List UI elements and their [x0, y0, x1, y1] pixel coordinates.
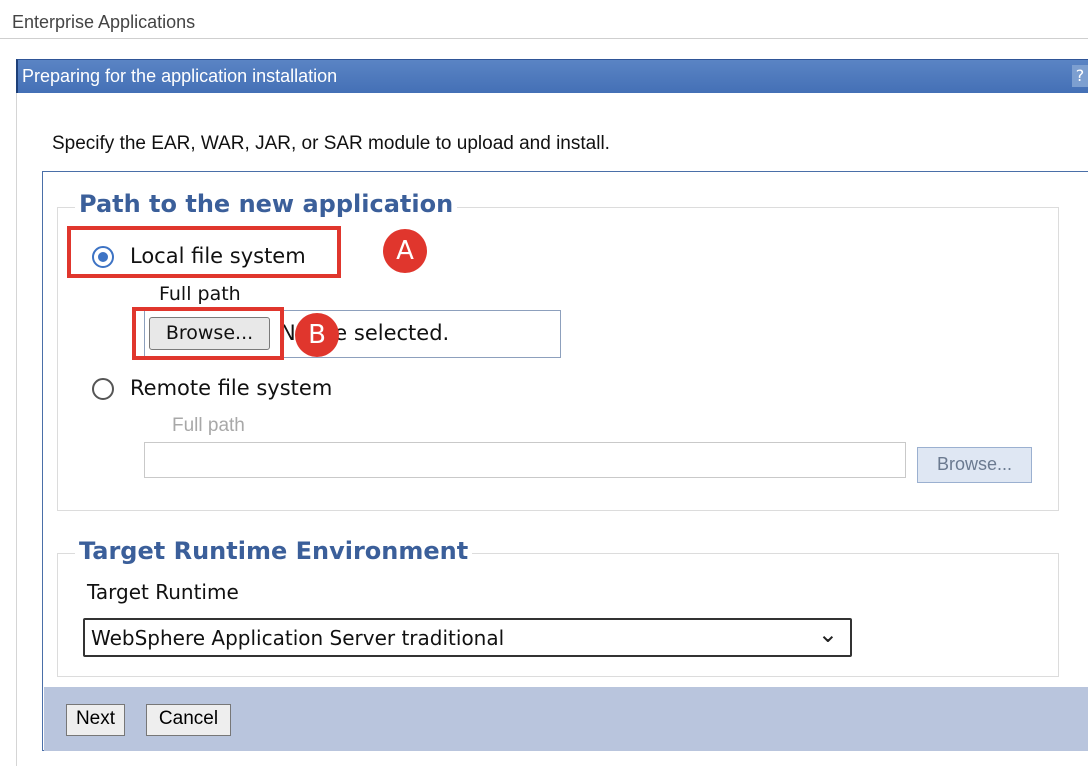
section-title-bar: Preparing for the application installati…: [16, 59, 1088, 93]
section-title: Preparing for the application installati…: [22, 66, 338, 86]
runtime-legend: Target Runtime Environment: [75, 537, 473, 565]
callout-b-marker: B: [295, 313, 339, 357]
callout-b-highlight: [132, 307, 284, 360]
breadcrumb-divider: [0, 38, 1088, 39]
remote-path-input[interactable]: [144, 442, 906, 478]
target-runtime-label: Target Runtime: [87, 580, 239, 604]
remote-browse-button[interactable]: Browse...: [917, 447, 1032, 483]
chevron-down-icon: ⌄: [817, 620, 838, 648]
remote-file-system-label[interactable]: Remote file system: [130, 376, 332, 400]
button-bar: Next Cancel: [44, 687, 1088, 751]
content-left-border: [16, 93, 17, 766]
remote-full-path-label: Full path: [172, 415, 245, 436]
cancel-button[interactable]: Cancel: [146, 704, 231, 736]
callout-a-marker: A: [383, 229, 427, 273]
runtime-fieldset: [57, 553, 1059, 677]
local-full-path-label: Full path: [159, 283, 241, 305]
target-runtime-selected: WebSphere Application Server traditional: [91, 626, 505, 650]
help-icon[interactable]: ?: [1072, 65, 1088, 87]
target-runtime-select[interactable]: WebSphere Application Server traditional…: [83, 618, 852, 657]
next-button[interactable]: Next: [66, 704, 125, 736]
callout-a-highlight: [67, 226, 341, 278]
breadcrumb: Enterprise Applications: [12, 12, 196, 32]
instructions-text: Specify the EAR, WAR, JAR, or SAR module…: [52, 133, 610, 154]
remote-file-system-radio[interactable]: [92, 378, 114, 400]
path-legend: Path to the new application: [75, 190, 458, 218]
